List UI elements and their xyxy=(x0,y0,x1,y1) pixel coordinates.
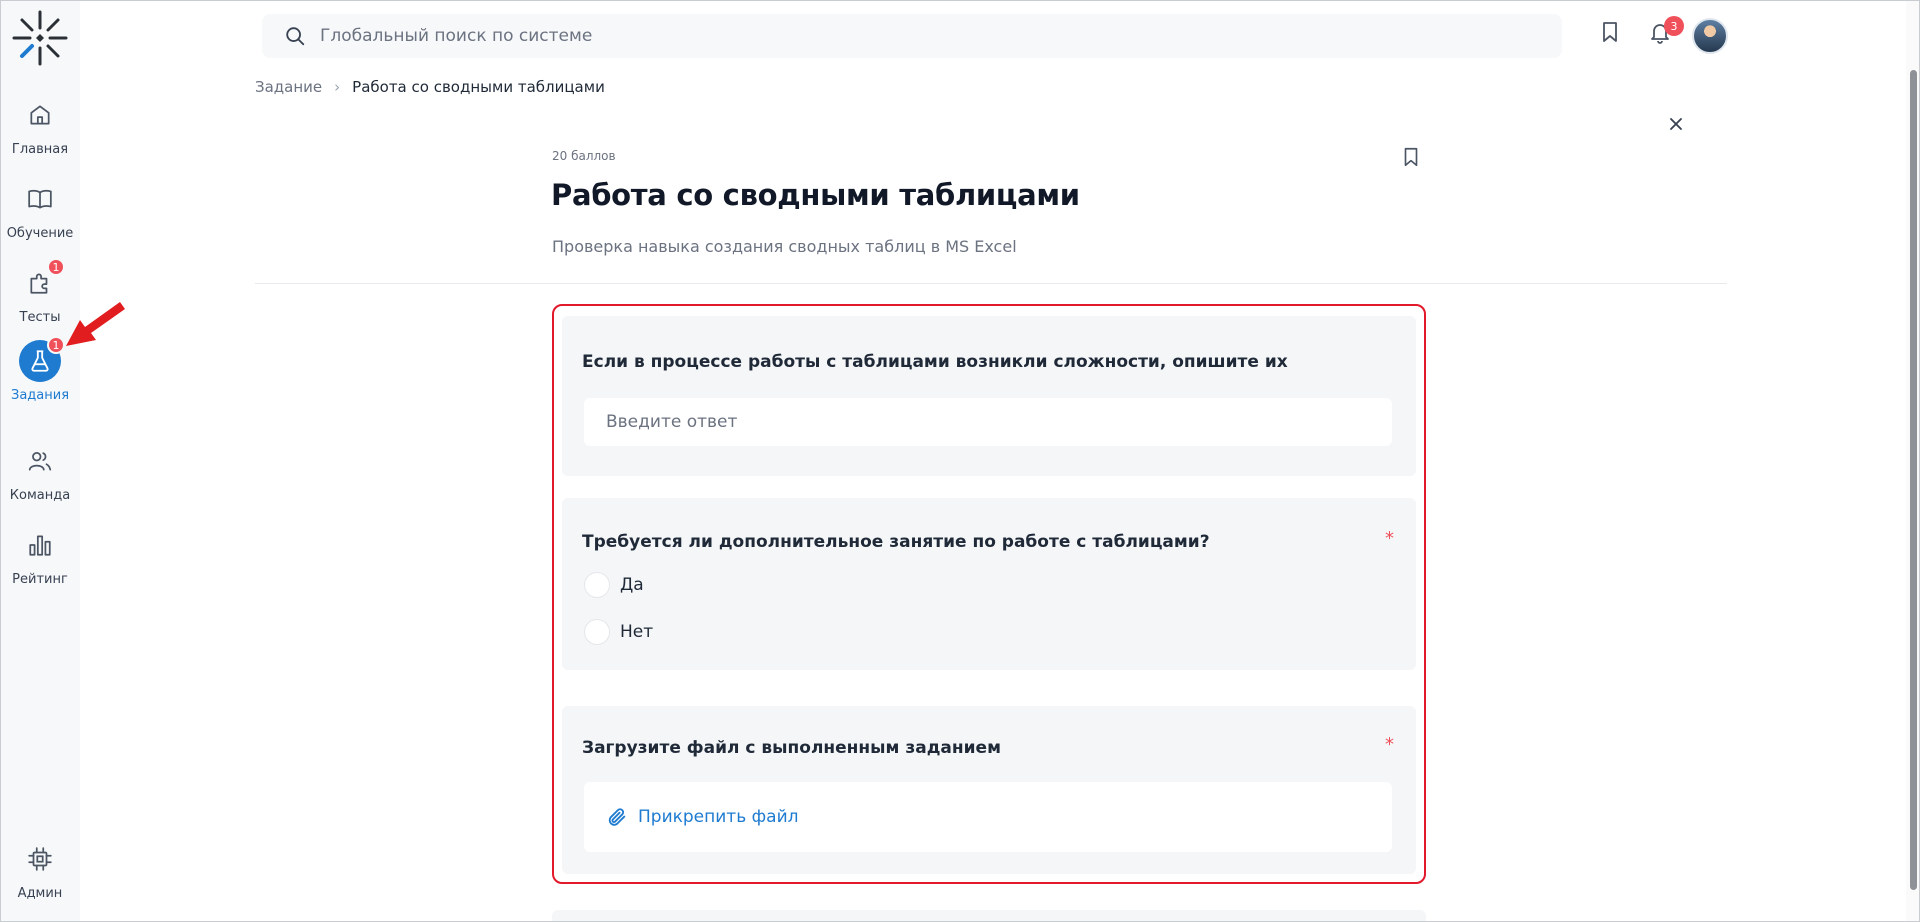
paperclip-icon xyxy=(608,808,626,826)
breadcrumb-parent-link[interactable]: Задание xyxy=(255,78,322,96)
sidebar-item-tasks[interactable]: 1 Задания xyxy=(0,336,80,420)
app-logo[interactable] xyxy=(10,8,70,68)
sidebar-item-rating[interactable]: Рейтинг xyxy=(0,524,80,604)
radio-option-yes[interactable]: Да xyxy=(584,572,644,598)
page-title: Работа со сводными таблицами xyxy=(551,178,1080,212)
users-icon xyxy=(19,440,61,482)
close-button[interactable] xyxy=(1664,112,1688,136)
radio-label: Да xyxy=(620,575,644,595)
sidebar-item-label: Главная xyxy=(11,142,69,157)
book-icon xyxy=(19,178,61,220)
question-card-upload: Загрузите файл с выполненным заданием * … xyxy=(562,706,1416,874)
sidebar-item-label: Рейтинг xyxy=(12,572,68,587)
answer-input[interactable] xyxy=(584,398,1392,446)
notifications-button[interactable]: 3 xyxy=(1648,16,1684,50)
annotation-arrow-icon xyxy=(66,302,125,346)
notifications-badge: 3 xyxy=(1664,16,1684,36)
sidebar-item-admin[interactable]: Админ xyxy=(0,838,80,918)
flask-icon: 1 xyxy=(19,336,65,382)
question-title: Требуется ли дополнительное занятие по р… xyxy=(582,532,1210,552)
chevron-right-icon: › xyxy=(334,78,341,96)
task-description: Проверка навыка создания сводных таблиц … xyxy=(552,237,1017,256)
sidebar: Главная Обучение 1 Тесты 1 Задания Коман… xyxy=(0,0,80,922)
required-marker: * xyxy=(1385,734,1394,755)
attach-file-label: Прикрепить файл xyxy=(638,807,799,827)
breadcrumb-current: Работа со сводными таблицами xyxy=(352,78,605,96)
sidebar-item-label: Админ xyxy=(17,886,63,901)
scrollbar-thumb[interactable] xyxy=(1910,70,1917,890)
sidebar-item-home[interactable]: Главная xyxy=(0,94,80,174)
global-search-bar[interactable] xyxy=(262,14,1562,58)
bookmark-task-button[interactable] xyxy=(1400,146,1424,170)
radio-button[interactable] xyxy=(584,619,610,645)
page-scrollbar[interactable] xyxy=(1906,0,1920,922)
user-avatar[interactable] xyxy=(1692,18,1728,54)
next-section-card xyxy=(552,910,1426,922)
attach-file-button[interactable]: Прикрепить файл xyxy=(584,782,1392,852)
close-icon xyxy=(1670,118,1682,130)
sidebar-item-team[interactable]: Команда xyxy=(0,440,80,520)
puzzle-icon: 1 xyxy=(19,258,65,304)
radio-button[interactable] xyxy=(584,572,610,598)
question-card-extra-lesson: Требуется ли дополнительное занятие по р… xyxy=(562,498,1416,670)
divider xyxy=(255,283,1727,284)
breadcrumb: Задание › Работа со сводными таблицами xyxy=(255,78,605,96)
tests-badge: 1 xyxy=(47,258,65,276)
search-input[interactable] xyxy=(320,26,1420,46)
radio-option-no[interactable]: Нет xyxy=(584,619,653,645)
question-title: Если в процессе работы с таблицами возни… xyxy=(582,352,1288,372)
search-icon xyxy=(286,27,305,46)
bookmark-icon xyxy=(1404,147,1418,167)
radio-label: Нет xyxy=(620,622,654,642)
home-icon xyxy=(19,94,61,136)
question-card-difficulties: Если в процессе работы с таблицами возни… xyxy=(562,316,1416,476)
sidebar-item-label: Команда xyxy=(9,488,71,503)
question-title: Загрузите файл с выполненным заданием xyxy=(582,738,1001,758)
bookmark-icon xyxy=(1603,22,1617,42)
task-form: Если в процессе работы с таблицами возни… xyxy=(552,304,1426,884)
sidebar-item-label: Задания xyxy=(10,388,70,403)
bookmarks-button[interactable] xyxy=(1598,20,1628,50)
bar-chart-icon xyxy=(19,524,61,566)
required-marker: * xyxy=(1385,528,1394,549)
sidebar-item-label: Обучение xyxy=(6,226,74,241)
sidebar-item-label: Тесты xyxy=(19,310,61,325)
chip-icon xyxy=(19,838,61,880)
sidebar-item-learning[interactable]: Обучение xyxy=(0,178,80,258)
task-points: 20 баллов xyxy=(552,149,616,163)
